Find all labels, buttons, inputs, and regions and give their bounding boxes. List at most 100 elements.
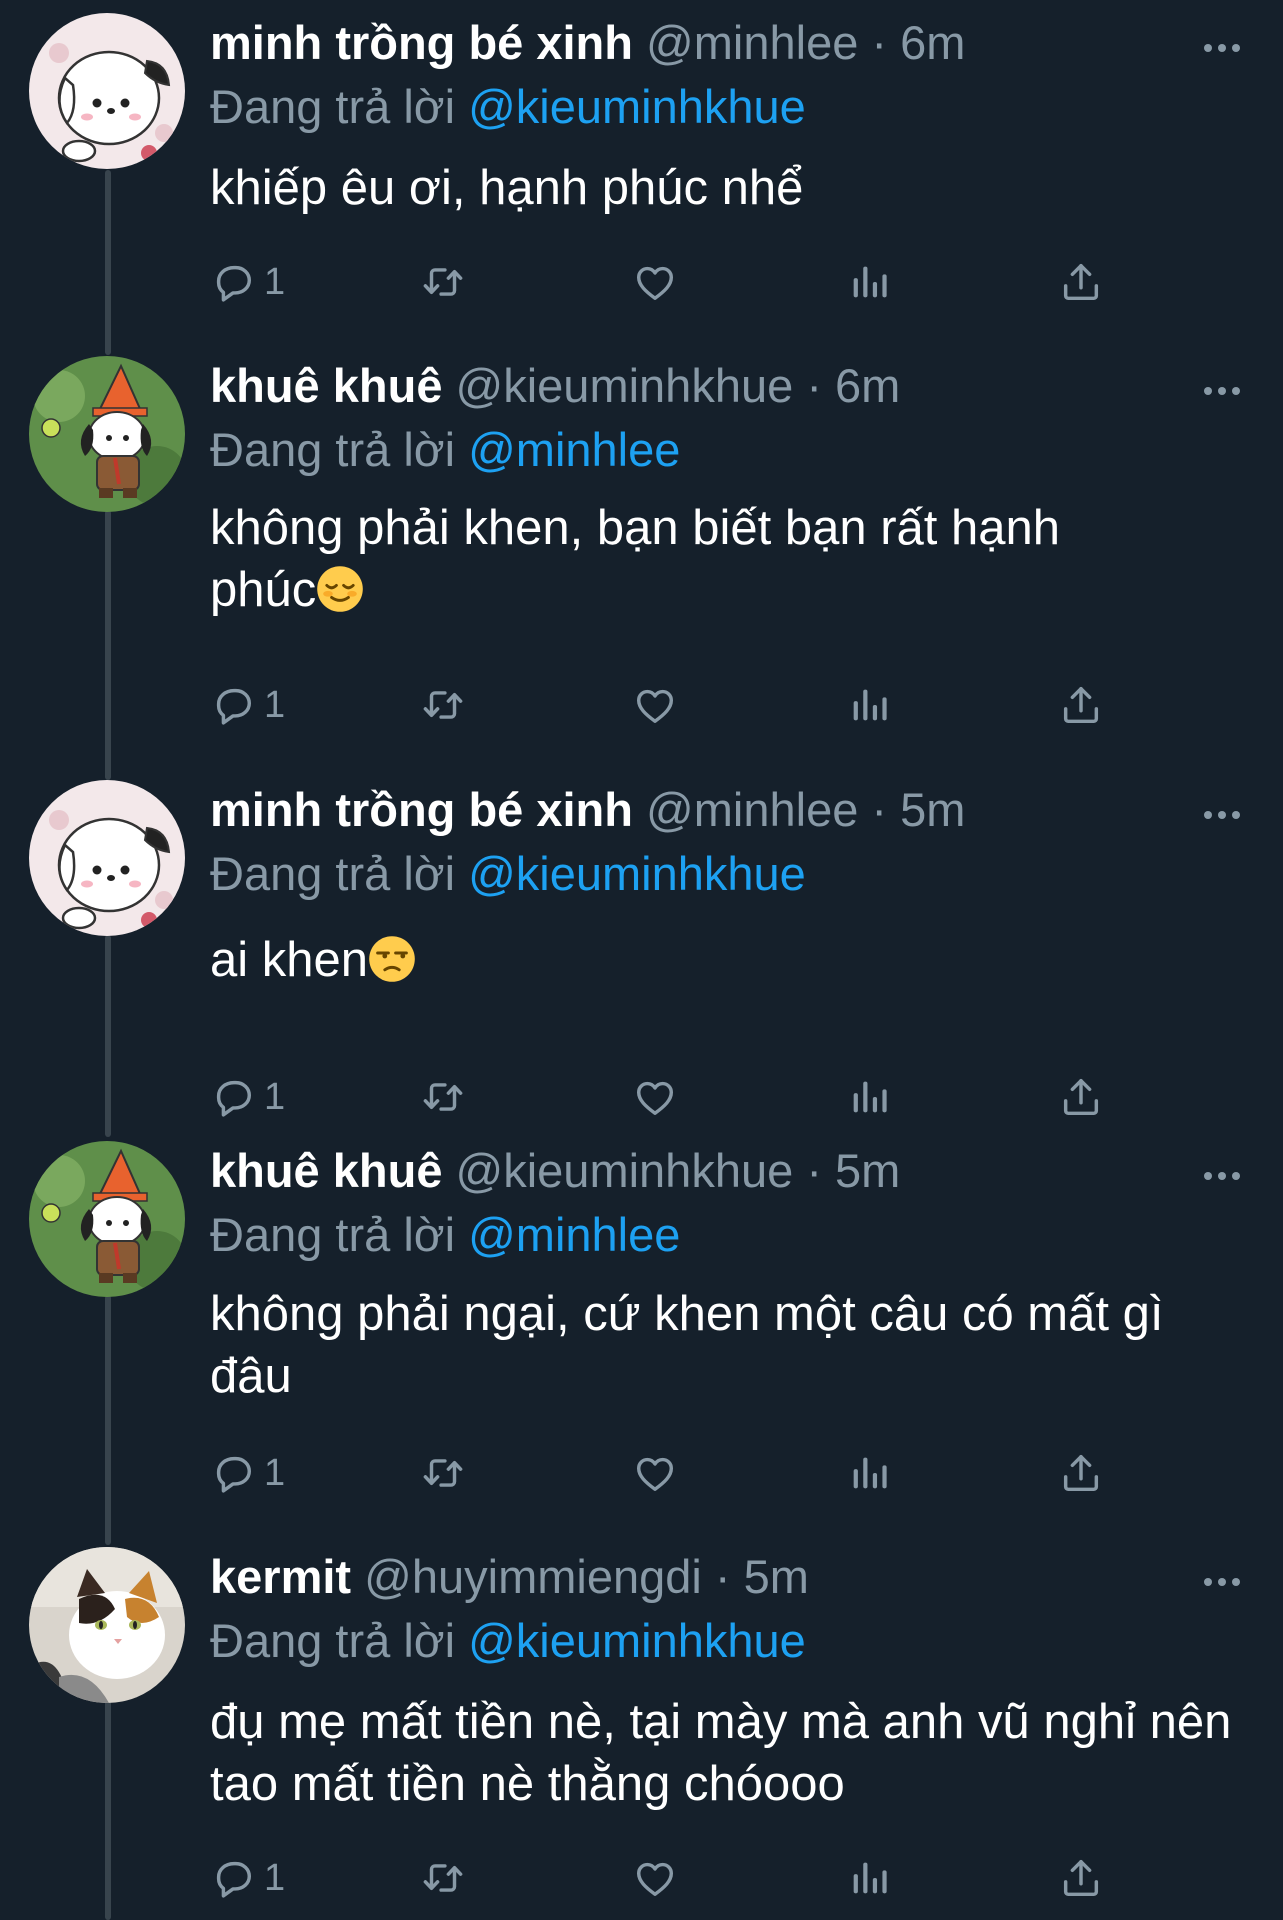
replying-to-mention[interactable]: @kieuminhkhue xyxy=(468,847,806,900)
reply-button[interactable]: 1 xyxy=(210,1443,285,1503)
tweet-text-content: không phải ngại, cứ khen một câu có mất … xyxy=(210,1287,1164,1403)
retweet-button[interactable] xyxy=(420,1443,466,1503)
share-icon xyxy=(1058,1855,1104,1901)
like-button[interactable] xyxy=(632,252,678,312)
tweet-actions: 1 xyxy=(210,1067,1170,1127)
timestamp[interactable]: 6m xyxy=(900,16,965,69)
tweet-header: minh trồng bé xinh @minhlee · 6m xyxy=(210,8,965,78)
tweet[interactable]: kermit @huyimmiengdi · 5m Đang trả lời @… xyxy=(0,1534,1283,1920)
tweet-header: khuê khuê @kieuminhkhue · 5m xyxy=(210,1136,900,1206)
reply-count: 1 xyxy=(264,683,286,726)
more-options-icon[interactable] xyxy=(1197,795,1247,835)
user-handle[interactable]: @minhlee xyxy=(646,16,858,69)
replying-to-label: Đang trả lời xyxy=(210,847,456,900)
share-button[interactable] xyxy=(1058,1443,1104,1503)
analytics-button[interactable] xyxy=(846,675,892,735)
replying-to: Đang trả lời @minhlee xyxy=(210,415,680,485)
analytics-button[interactable] xyxy=(846,1067,892,1127)
reply-count: 1 xyxy=(264,1856,286,1899)
avatar[interactable] xyxy=(29,1547,185,1703)
tweet[interactable]: minh trồng bé xinh @minhlee · 6m Đang tr… xyxy=(0,0,1283,340)
heart-icon xyxy=(632,1855,678,1901)
avatar[interactable] xyxy=(29,356,185,512)
more-options-icon[interactable] xyxy=(1197,1156,1247,1196)
like-button[interactable] xyxy=(632,1067,678,1127)
analytics-icon xyxy=(846,1855,892,1901)
reply-icon xyxy=(210,1074,256,1120)
replying-to-mention[interactable]: @kieuminhkhue xyxy=(468,80,806,133)
reply-icon xyxy=(210,259,256,305)
user-handle[interactable]: @huyimmiengdi xyxy=(364,1550,702,1603)
share-button[interactable] xyxy=(1058,675,1104,735)
user-handle[interactable]: @kieuminhkhue xyxy=(456,1144,794,1197)
retweet-button[interactable] xyxy=(420,1848,466,1908)
tweet-text: ai khen xyxy=(210,929,1250,991)
reply-button[interactable]: 1 xyxy=(210,1067,285,1127)
avatar[interactable] xyxy=(29,780,185,936)
retweet-icon xyxy=(420,259,466,305)
replying-to-mention[interactable]: @kieuminhkhue xyxy=(468,1614,806,1667)
timestamp[interactable]: 5m xyxy=(900,783,965,836)
relieved-face-emoji xyxy=(316,565,364,613)
reply-count: 1 xyxy=(264,1451,286,1494)
retweet-button[interactable] xyxy=(420,1067,466,1127)
tweet-text: khiếp êu ơi, hạnh phúc nhể xyxy=(210,157,1250,219)
display-name[interactable]: minh trồng bé xinh xyxy=(210,783,633,836)
display-name[interactable]: minh trồng bé xinh xyxy=(210,16,633,69)
like-button[interactable] xyxy=(632,1848,678,1908)
replying-to-mention[interactable]: @minhlee xyxy=(468,423,680,476)
avatar[interactable] xyxy=(29,13,185,169)
separator-dot: · xyxy=(871,16,888,69)
analytics-button[interactable] xyxy=(846,1443,892,1503)
share-button[interactable] xyxy=(1058,252,1104,312)
reply-button[interactable]: 1 xyxy=(210,252,285,312)
retweet-icon xyxy=(420,1450,466,1496)
display-name[interactable]: khuê khuê xyxy=(210,1144,442,1197)
more-options-icon[interactable] xyxy=(1197,371,1247,411)
replying-to-label: Đang trả lời xyxy=(210,80,456,133)
reply-button[interactable]: 1 xyxy=(210,1848,285,1908)
retweet-icon xyxy=(420,682,466,728)
like-button[interactable] xyxy=(632,1443,678,1503)
retweet-button[interactable] xyxy=(420,252,466,312)
user-handle[interactable]: @kieuminhkhue xyxy=(456,359,794,412)
tweet-actions: 1 xyxy=(210,252,1170,312)
tweet-text-content: ai khen xyxy=(210,933,369,987)
analytics-icon xyxy=(846,1074,892,1120)
tweet-text: không phải ngại, cứ khen một câu có mất … xyxy=(210,1283,1220,1407)
like-button[interactable] xyxy=(632,675,678,735)
timestamp[interactable]: 5m xyxy=(835,1144,900,1197)
timestamp[interactable]: 6m xyxy=(835,359,900,412)
retweet-button[interactable] xyxy=(420,675,466,735)
timestamp[interactable]: 5m xyxy=(744,1550,809,1603)
more-options-icon[interactable] xyxy=(1197,1562,1247,1602)
reply-icon xyxy=(210,1450,256,1496)
heart-icon xyxy=(632,1450,678,1496)
separator-dot: · xyxy=(806,359,822,412)
more-options-icon[interactable] xyxy=(1197,28,1247,68)
share-icon xyxy=(1058,1450,1104,1496)
share-icon xyxy=(1058,259,1104,305)
tweet-header: minh trồng bé xinh @minhlee · 5m xyxy=(210,775,965,845)
heart-icon xyxy=(632,682,678,728)
display-name[interactable]: khuê khuê xyxy=(210,359,442,412)
analytics-button[interactable] xyxy=(846,252,892,312)
share-button[interactable] xyxy=(1058,1848,1104,1908)
replying-to: Đang trả lời @minhlee xyxy=(210,1200,680,1270)
analytics-button[interactable] xyxy=(846,1848,892,1908)
replying-to: Đang trả lời @kieuminhkhue xyxy=(210,72,806,142)
display-name[interactable]: kermit xyxy=(210,1550,351,1603)
user-handle[interactable]: @minhlee xyxy=(646,783,858,836)
tweet-header: kermit @huyimmiengdi · 5m xyxy=(210,1542,809,1612)
tweet-actions: 1 xyxy=(210,675,1170,735)
replying-to-label: Đang trả lời xyxy=(210,423,456,476)
tweet[interactable]: minh trồng bé xinh @minhlee · 5m Đang tr… xyxy=(0,767,1283,1127)
tweet[interactable]: khuê khuê @kieuminhkhue · 5m Đang trả lờ… xyxy=(0,1128,1283,1528)
tweet[interactable]: khuê khuê @kieuminhkhue · 6m Đang trả lờ… xyxy=(0,343,1283,763)
share-button[interactable] xyxy=(1058,1067,1104,1127)
reply-button[interactable]: 1 xyxy=(210,675,285,735)
reply-icon xyxy=(210,1855,256,1901)
avatar[interactable] xyxy=(29,1141,185,1297)
replying-to-mention[interactable]: @minhlee xyxy=(468,1208,680,1261)
analytics-icon xyxy=(846,682,892,728)
